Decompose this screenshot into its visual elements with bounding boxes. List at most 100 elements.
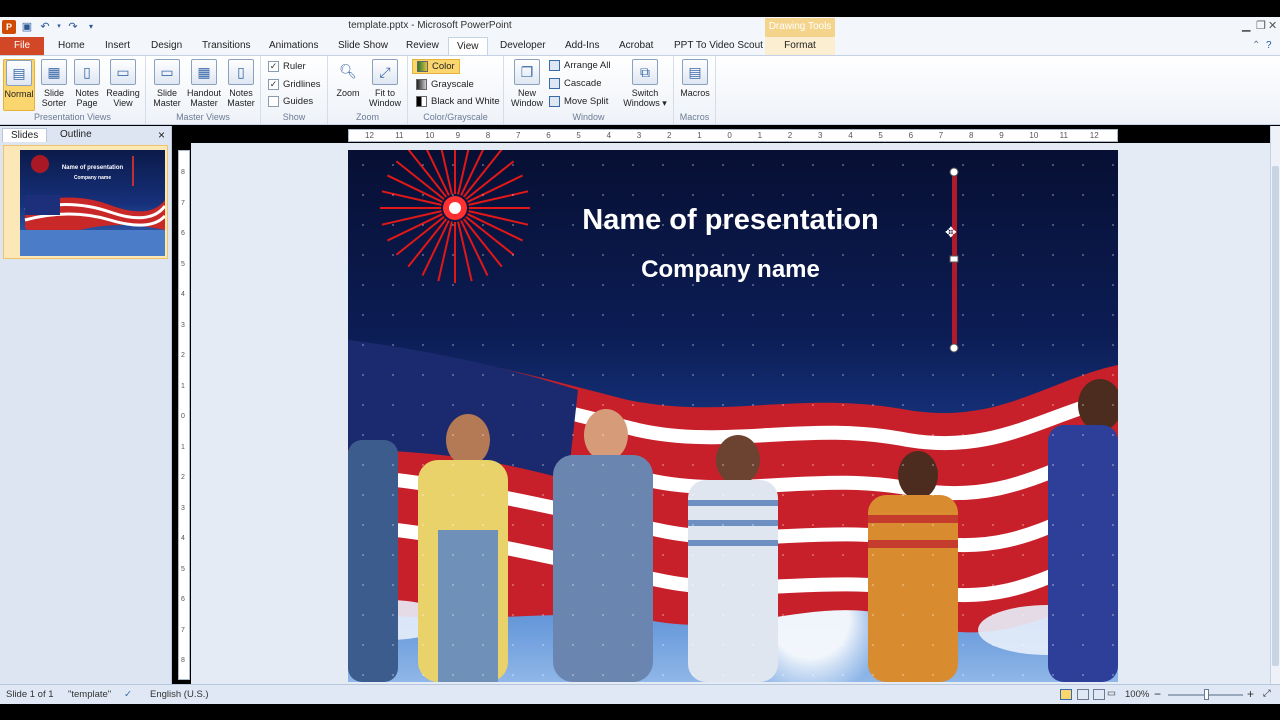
cascade-button[interactable]: Cascade — [549, 78, 602, 89]
slide-subtitle[interactable]: Company name — [498, 256, 963, 284]
tab-file[interactable]: File — [0, 37, 44, 55]
cascade-icon — [549, 78, 560, 89]
ruler-tick-label: 11 — [1059, 131, 1068, 140]
notes-master-button[interactable]: ▯ Notes Master — [225, 59, 257, 108]
spell-check-icon[interactable]: ✓ — [124, 689, 132, 700]
color-swatch-icon — [417, 61, 428, 72]
slide-thumbnail[interactable]: Name of presentation Company name — [3, 145, 168, 259]
handout-master-button[interactable]: ▦ Handout Master — [185, 59, 223, 108]
theme-name[interactable]: "template" — [68, 689, 111, 700]
ruler-tick-label: 3 — [818, 131, 823, 140]
slide-sorter-status-icon[interactable] — [1077, 689, 1089, 700]
color-button[interactable]: Color — [412, 59, 460, 74]
zoom-label: Zoom — [336, 88, 360, 98]
zoom-slider-thumb[interactable] — [1204, 689, 1209, 700]
group-zoom: 🔍︎ Zoom ⤢ Fit to Window Zoom — [328, 56, 408, 124]
cascade-label: Cascade — [564, 78, 602, 89]
ruler-tick-label: 10 — [1029, 131, 1039, 140]
tab-home[interactable]: Home — [58, 40, 85, 51]
slide-sorter-button[interactable]: ▦ Slide Sorter — [38, 59, 70, 108]
tab-acrobat[interactable]: Acrobat — [619, 40, 653, 51]
slide-master-label-2: Master — [153, 98, 181, 108]
zoom-out-icon[interactable]: − — [1154, 687, 1161, 701]
fit-slide-icon[interactable]: ⤢ — [1263, 688, 1271, 699]
ruler-tick-label: 10 — [425, 131, 435, 140]
zoom-level[interactable]: 100% — [1125, 689, 1149, 700]
status-bar: Slide 1 of 1 "template" ✓ English (U.S.)… — [0, 684, 1280, 704]
grayscale-button[interactable]: Grayscale — [416, 79, 474, 90]
tab-slides[interactable]: Slides — [2, 128, 48, 142]
ruler-tick-label: 6 — [181, 230, 185, 237]
tab-slide-show[interactable]: Slide Show — [338, 40, 388, 51]
reading-view-button[interactable]: ▭ Reading View — [105, 59, 141, 108]
restore-icon[interactable]: ❐ — [1256, 19, 1266, 32]
reading-view-status-icon[interactable] — [1093, 689, 1105, 700]
grayscale-label: Grayscale — [431, 79, 474, 90]
normal-view-button[interactable]: ▤ Normal — [3, 59, 35, 111]
ruler-tick-label: 4 — [181, 535, 185, 542]
tab-insert[interactable]: Insert — [105, 40, 130, 51]
tab-add-ins[interactable]: Add-Ins — [565, 40, 599, 51]
handout-master-label-2: Master — [190, 98, 218, 108]
close-panel-icon[interactable]: × — [158, 128, 165, 142]
tab-outline[interactable]: Outline — [52, 128, 100, 141]
tab-ppt-to-video-scout[interactable]: PPT To Video Scout — [674, 40, 763, 51]
slide-sorter-label-1: Slide — [43, 88, 64, 98]
black-and-white-button[interactable]: Black and White — [416, 96, 500, 107]
minimize-icon[interactable]: ▁ — [1242, 19, 1250, 32]
new-window-button[interactable]: ❐ New Window — [508, 59, 546, 108]
vertical-ruler[interactable]: 8 7 6 5 4 3 2 1 0 1 2 3 4 5 6 7 8 — [178, 150, 190, 680]
notes-page-label-2: Page — [76, 98, 98, 108]
tab-view[interactable]: View — [448, 37, 488, 57]
tab-animations[interactable]: Animations — [269, 40, 318, 51]
horizontal-ruler[interactable]: 12 11 10 9 8 7 6 5 4 3 2 1 0 1 2 3 4 5 6 7 8 9 10 11 12 — [348, 129, 1118, 142]
fit-label-1: Fit to — [374, 88, 395, 98]
ruler-tick-label: 1 — [181, 382, 185, 390]
vertical-scrollbar[interactable] — [1270, 126, 1280, 684]
zoom-in-icon[interactable]: + — [1247, 687, 1254, 701]
fit-to-window-button[interactable]: ⤢ Fit to Window — [365, 59, 405, 108]
switch-windows-button[interactable]: ⧉ Switch Windows ▾ — [620, 59, 670, 108]
tab-transitions[interactable]: Transitions — [202, 40, 251, 51]
minimize-ribbon-icon[interactable]: ⌃ — [1252, 40, 1260, 51]
ruler-tick-label: 7 — [938, 131, 944, 140]
tab-format[interactable]: Format — [765, 37, 835, 55]
slide-sorter-icon: ▦ — [41, 59, 67, 85]
slide-title[interactable]: Name of presentation — [498, 204, 963, 237]
ruler-tick-label: 6 — [546, 131, 551, 140]
language[interactable]: English (U.S.) — [150, 689, 209, 700]
tab-review[interactable]: Review — [406, 40, 439, 51]
ruler-checkbox[interactable]: ✓ Ruler — [268, 61, 306, 72]
group-color-grayscale: Color Grayscale Black and White Color/Gr… — [408, 56, 504, 124]
notes-page-button[interactable]: ▯ Notes Page — [72, 59, 102, 108]
scrollbar-thumb[interactable] — [1272, 166, 1279, 666]
close-icon[interactable]: ✕ — [1268, 19, 1277, 32]
slide-canvas[interactable]: Name of presentation Company name ✥ — [348, 150, 1118, 682]
guides-check-box — [268, 96, 279, 107]
arrange-all-button[interactable]: Arrange All — [549, 60, 610, 71]
ruler-tick-label: 7 — [181, 626, 185, 634]
tab-design[interactable]: Design — [151, 40, 182, 51]
magnifier-icon: 🔍︎ — [339, 63, 357, 79]
ruler-tick-label: 8 — [181, 657, 185, 664]
gridlines-checkbox[interactable]: ✓ Gridlines — [268, 79, 321, 90]
move-split-button[interactable]: Move Split — [549, 96, 608, 107]
vertical-ruler-ticks: 8 7 6 5 4 3 2 1 0 1 2 3 4 5 6 7 8 — [179, 151, 191, 681]
tab-developer[interactable]: Developer — [500, 40, 546, 51]
ruler-check-mark: ✓ — [268, 61, 279, 72]
notes-master-label-1: Notes — [229, 88, 253, 98]
group-label-zoom: Zoom — [355, 112, 379, 122]
ruler-tick-label: 3 — [181, 321, 185, 329]
macros-button[interactable]: ▤ Macros — [678, 59, 712, 98]
ruler-tick-label: 5 — [181, 260, 185, 268]
ruler-tick-label: 7 — [516, 131, 521, 140]
help-icon[interactable]: ? — [1266, 40, 1272, 51]
zoom-button[interactable]: 🔍︎ Zoom — [334, 59, 362, 98]
ribbon: ▤ Normal ▦ Slide Sorter ▯ Notes Page ▭ R… — [0, 55, 1280, 125]
guides-checkbox[interactable]: Guides — [268, 96, 313, 107]
ruler-tick-label: 12 — [365, 131, 374, 140]
slide-master-button[interactable]: ▭ Slide Master — [150, 59, 184, 108]
ruler-tick-label: 3 — [181, 504, 185, 512]
normal-view-status-icon[interactable] — [1060, 689, 1072, 700]
slide-show-status-icon[interactable]: ▭ — [1107, 688, 1116, 699]
